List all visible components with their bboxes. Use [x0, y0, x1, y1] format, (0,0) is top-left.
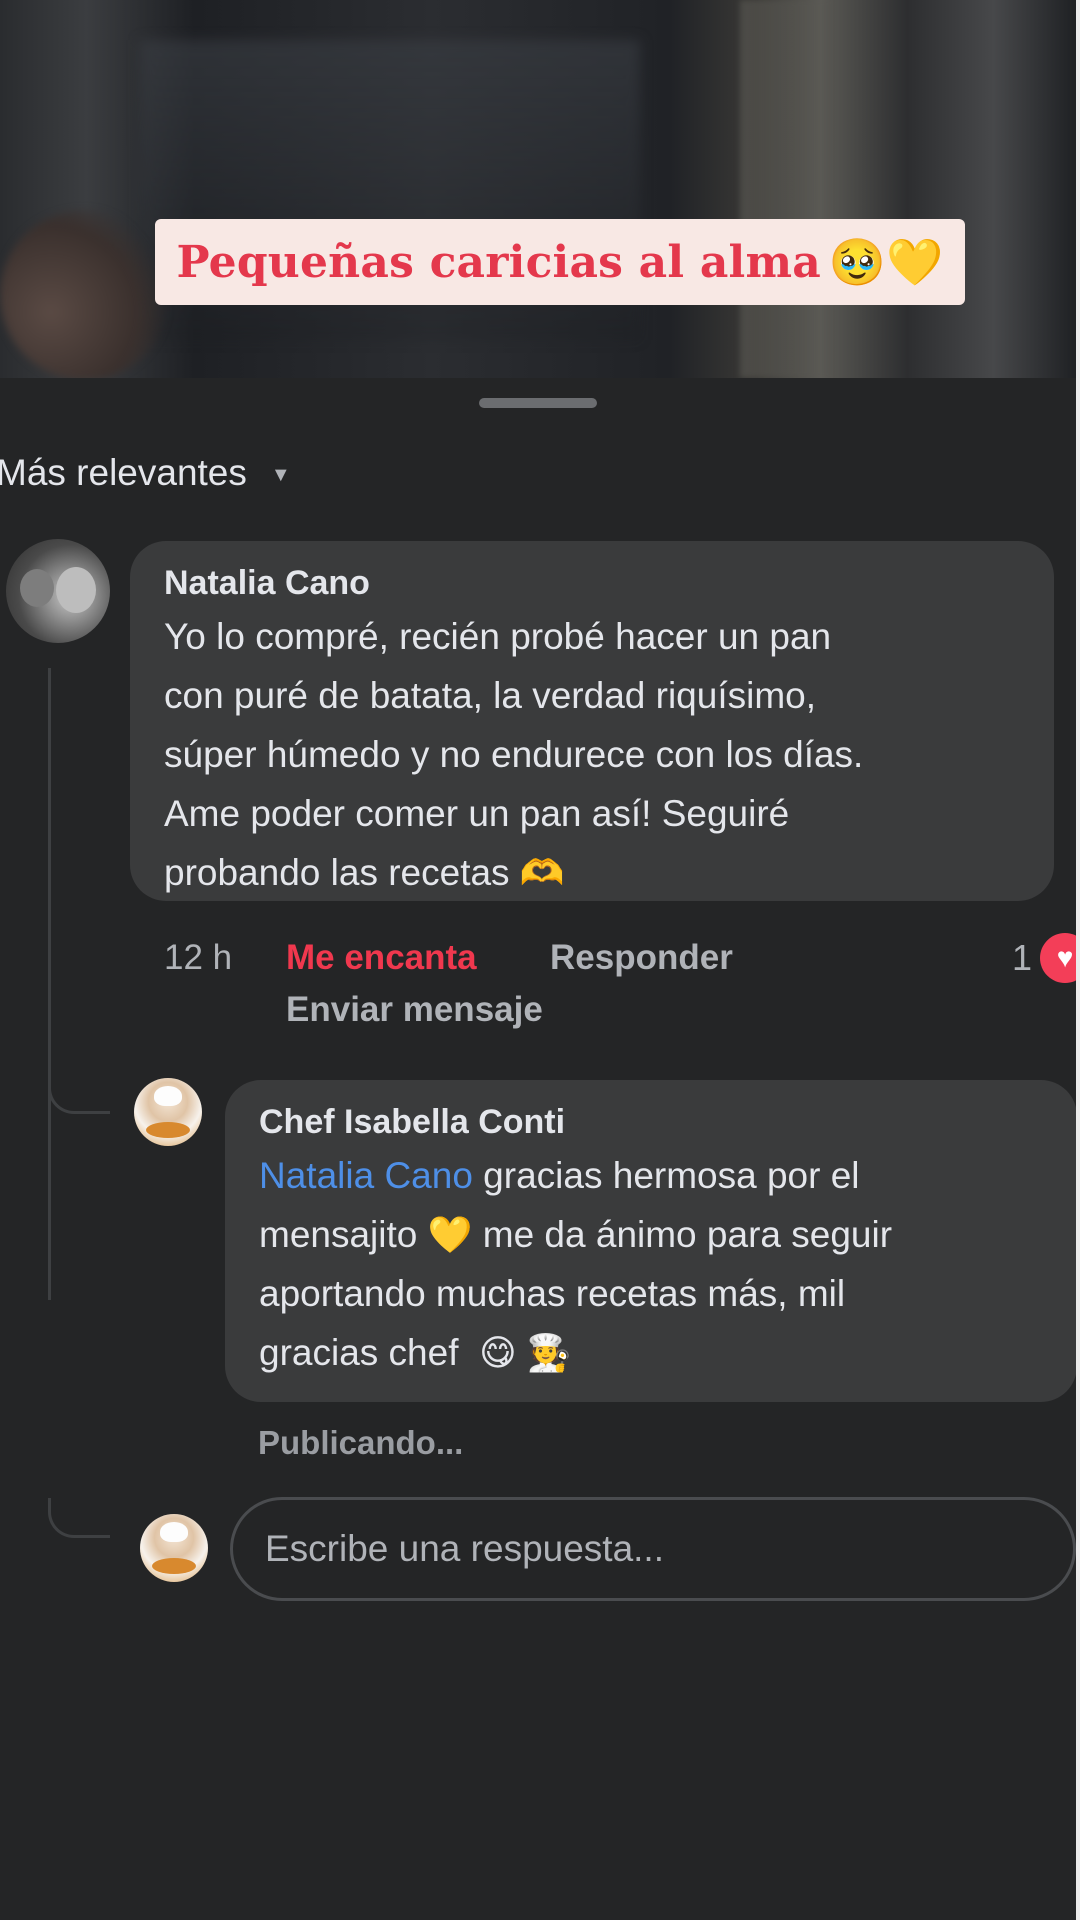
avatar-shape: [20, 569, 54, 607]
avatar-shape: [152, 1558, 196, 1574]
reply-line-text: mensajito: [259, 1214, 418, 1255]
avatar-shape: [146, 1122, 190, 1138]
reaction-count: 1: [1012, 937, 1033, 978]
video-player[interactable]: Pequeñas caricias al alma 🥹💛: [0, 0, 1080, 378]
video-caption: Pequeñas caricias al alma 🥹💛: [155, 219, 965, 305]
avatar: [140, 1514, 208, 1582]
reply-line: mensajito 💛 me da ánimo para seguir: [259, 1205, 1043, 1264]
reply-line-text: gracias hermosa por el: [472, 1155, 860, 1196]
comment-timestamp[interactable]: 12 h: [164, 938, 286, 978]
react-button[interactable]: Me encanta: [286, 938, 550, 978]
publishing-status: Publicando...: [258, 1424, 464, 1461]
reaction-summary[interactable]: 1 ♥: [1012, 933, 1080, 983]
reply-bubble: Chef Isabella Conti Natalia Cano gracias…: [225, 1080, 1077, 1402]
avatar[interactable]: [134, 1078, 202, 1146]
send-message-button[interactable]: Enviar mensaje: [286, 990, 543, 1030]
reply-input[interactable]: [230, 1497, 1076, 1601]
reply-line: Natalia Cano gracias hermosa por el: [259, 1146, 1043, 1205]
comment-line: Yo lo compré, recién probé hacer un pan: [164, 616, 832, 657]
comment-text: Yo lo compré, recién probé hacer un pan …: [164, 607, 1020, 902]
reply-line-text: gracias chef: [259, 1332, 459, 1373]
thread-line: [48, 668, 51, 1300]
avatar-shape: [154, 1086, 182, 1106]
sort-dropdown[interactable]: Más relevantes ▼: [0, 452, 291, 494]
yellow-heart-emoji: 💛: [427, 1214, 473, 1255]
thread-elbow: [48, 1498, 110, 1538]
chevron-down-icon: ▼: [270, 463, 291, 486]
yum-chef-emoji: 😋 🧑‍🍳: [479, 1332, 572, 1373]
comment-line: probando las recetas: [164, 852, 510, 893]
reply-line-text: me da ánimo para seguir: [472, 1214, 893, 1255]
heart-icon: ♥: [1040, 933, 1080, 983]
comment-bubble: Natalia Cano Yo lo compré, recién probé …: [130, 541, 1054, 901]
reply-button[interactable]: Responder: [550, 938, 733, 978]
avatar[interactable]: [6, 539, 110, 643]
reply-text: Natalia Cano gracias hermosa por el mens…: [259, 1146, 1043, 1382]
reply-line: gracias chef 😋 🧑‍🍳: [259, 1323, 1043, 1382]
reply-author[interactable]: Chef Isabella Conti: [259, 1102, 1043, 1142]
mention-link[interactable]: Natalia Cano: [259, 1155, 473, 1196]
comment-actions: 12 h Me encanta Responder: [164, 938, 733, 978]
video-background-shape: [740, 0, 830, 378]
comment-line-last: probando las recetas 🫶: [164, 843, 1020, 902]
comment-line: Ame poder comer un pan así! Seguiré: [164, 793, 790, 834]
screen-edge: [1076, 0, 1080, 1920]
app-root: Pequeñas caricias al alma 🥹💛 Más relevan…: [0, 0, 1080, 1920]
reply-line: aportando muchas recetas más, mil: [259, 1273, 846, 1314]
sort-label: Más relevantes: [0, 452, 247, 493]
video-caption-text: Pequeñas caricias al alma: [176, 236, 821, 288]
hands-heart-emoji: 🫶: [519, 852, 565, 893]
avatar-shape: [56, 567, 96, 613]
thread-elbow: [48, 1074, 110, 1114]
comment-author[interactable]: Natalia Cano: [164, 563, 1020, 603]
comment-line: súper húmedo y no endurece con los días.: [164, 734, 864, 775]
video-caption-emoji: 🥹💛: [828, 236, 944, 288]
comment-line: con puré de batata, la verdad riquísimo,: [164, 675, 816, 716]
comments-sheet: Más relevantes ▼ Natalia Cano Yo lo comp…: [0, 378, 1080, 1920]
sheet-drag-handle[interactable]: [479, 398, 597, 408]
video-background-shape: [0, 210, 170, 378]
avatar-shape: [160, 1522, 188, 1542]
